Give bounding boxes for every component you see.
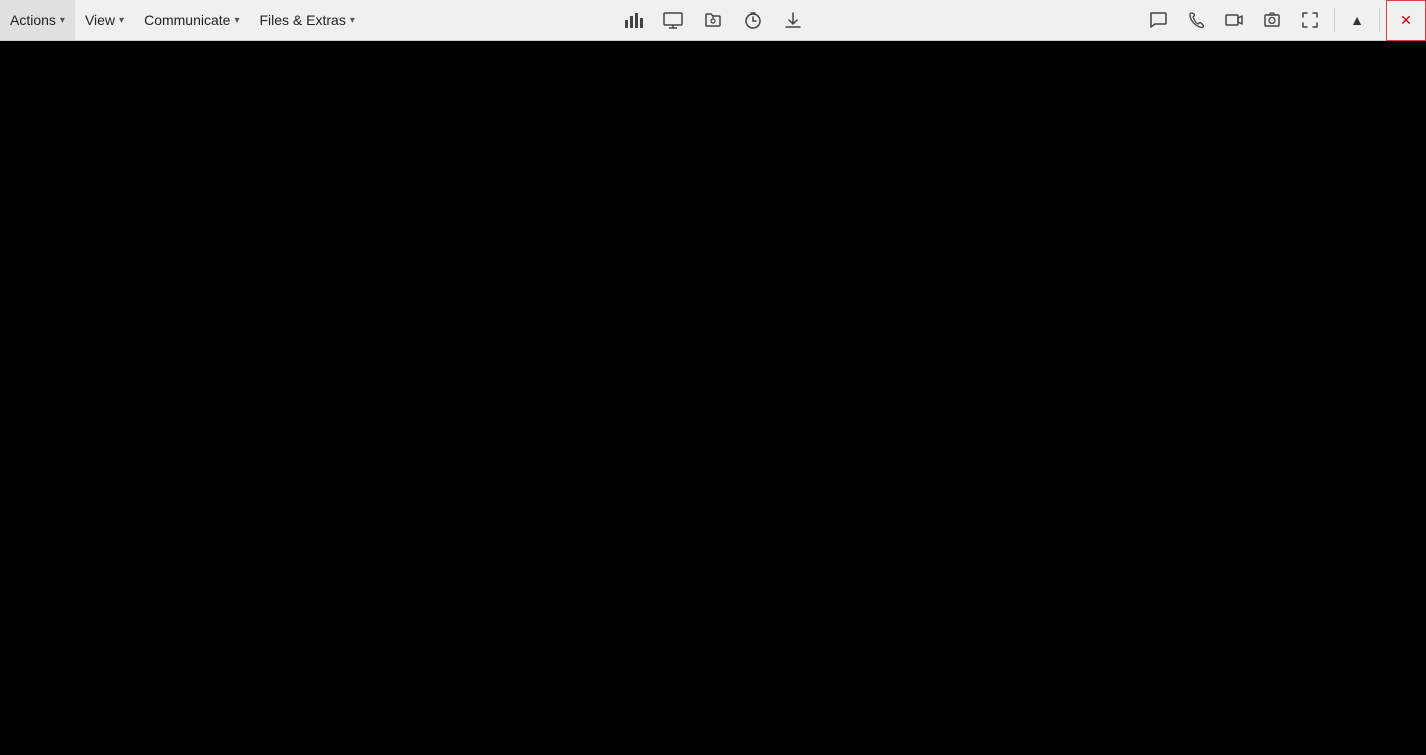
stats-button[interactable] bbox=[615, 4, 651, 36]
files-extras-chevron: ▾ bbox=[350, 15, 355, 26]
files-extras-label: Files & Extras bbox=[259, 12, 345, 28]
menu-section: Actions ▾ View ▾ Communicate ▾ Files & E… bbox=[0, 0, 365, 40]
chat-button[interactable] bbox=[1140, 4, 1176, 36]
toolbar-divider bbox=[1334, 8, 1335, 32]
communicate-chevron: ▾ bbox=[234, 15, 239, 26]
actions-chevron: ▾ bbox=[60, 15, 65, 26]
view-label: View bbox=[85, 12, 115, 28]
view-chevron: ▾ bbox=[119, 15, 124, 26]
actions-menu[interactable]: Actions ▾ bbox=[0, 0, 75, 40]
files-button[interactable] bbox=[695, 4, 731, 36]
toolbar-center-icons bbox=[615, 0, 811, 40]
download-button[interactable] bbox=[775, 4, 811, 36]
communicate-menu[interactable]: Communicate ▾ bbox=[134, 0, 249, 40]
toolbar: Actions ▾ View ▾ Communicate ▾ Files & E… bbox=[0, 0, 1426, 41]
fullscreen-button[interactable] bbox=[1292, 4, 1328, 36]
files-extras-menu[interactable]: Files & Extras ▾ bbox=[249, 0, 364, 40]
close-icon: ✕ bbox=[1400, 12, 1412, 29]
view-menu[interactable]: View ▾ bbox=[75, 0, 134, 40]
toolbar-divider-2 bbox=[1379, 8, 1380, 32]
up-button[interactable]: ▲ bbox=[1341, 0, 1373, 41]
communicate-label: Communicate bbox=[144, 12, 230, 28]
up-icon: ▲ bbox=[1350, 12, 1364, 28]
display-button[interactable] bbox=[655, 4, 691, 36]
screenshot-button[interactable] bbox=[1254, 4, 1290, 36]
actions-label: Actions bbox=[10, 12, 56, 28]
video-button[interactable] bbox=[1216, 4, 1252, 36]
timer-button[interactable] bbox=[735, 4, 771, 36]
main-content bbox=[0, 41, 1426, 755]
close-button[interactable]: ✕ bbox=[1386, 0, 1426, 41]
phone-button[interactable] bbox=[1178, 4, 1214, 36]
toolbar-right-section: ▲ ✕ bbox=[1140, 0, 1426, 40]
